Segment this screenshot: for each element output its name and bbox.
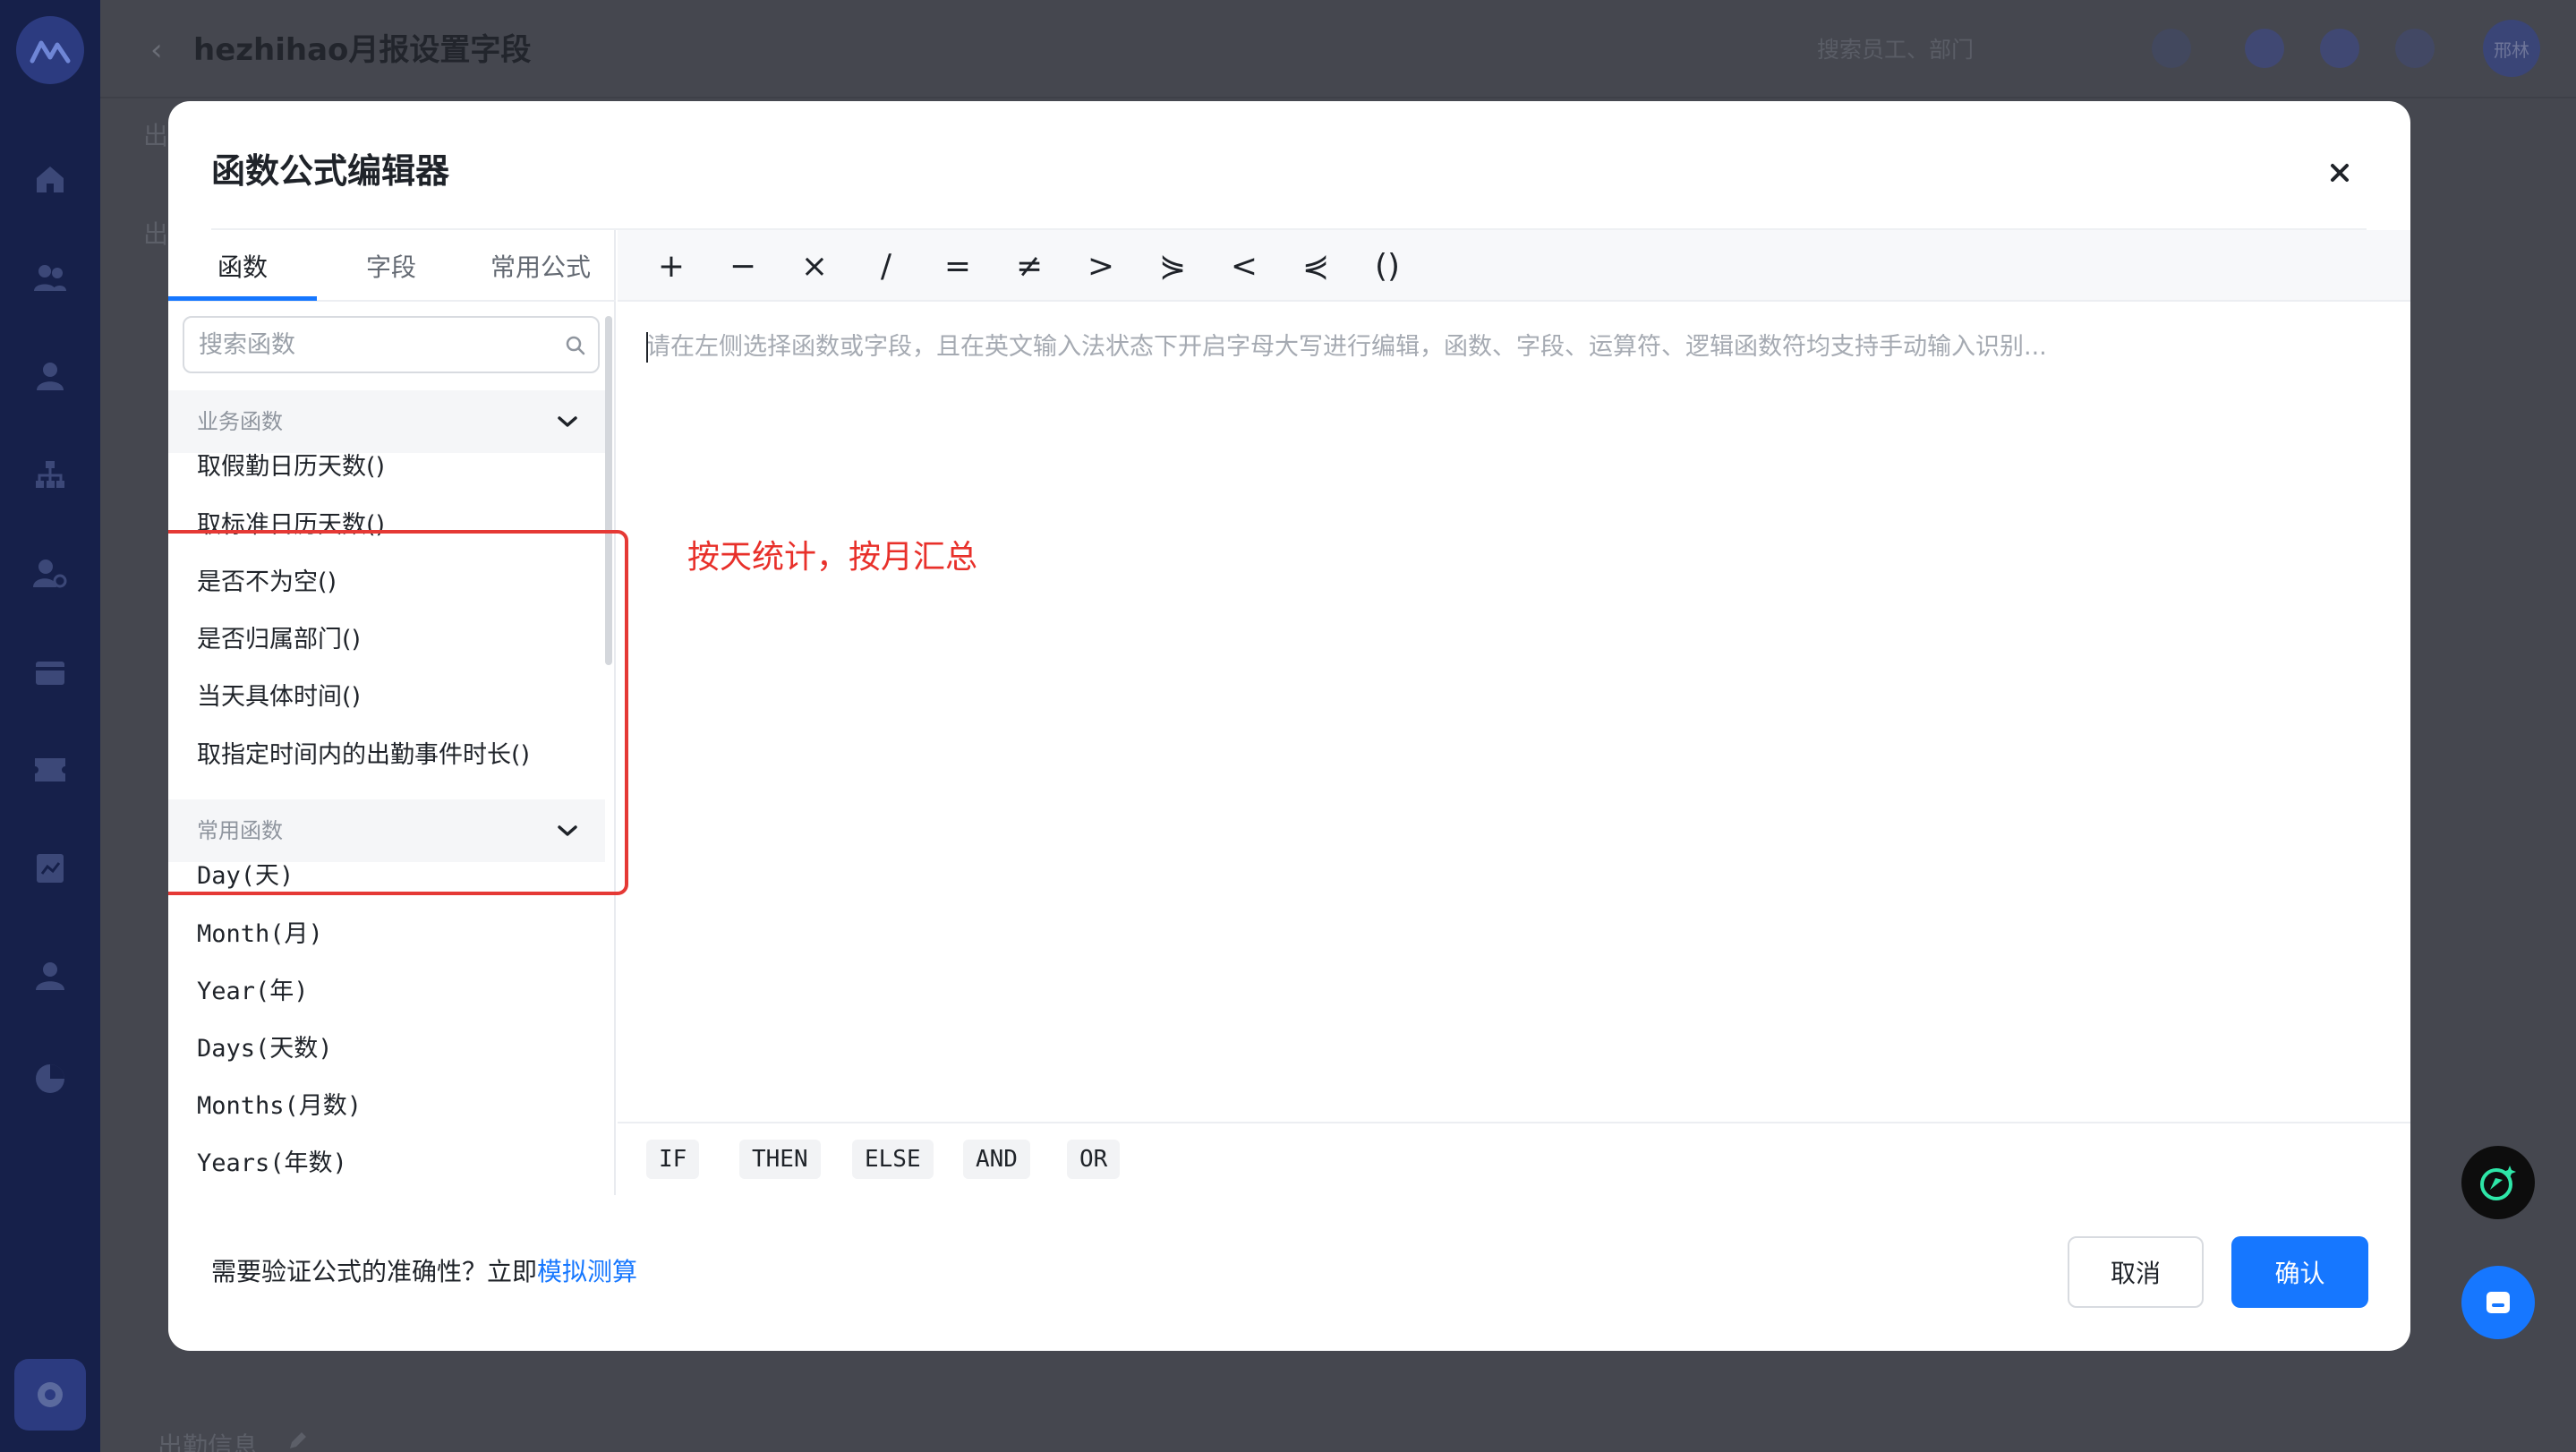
app-sidebar xyxy=(0,0,100,1452)
cancel-button[interactable]: 取消 xyxy=(2068,1236,2204,1308)
group-common-functions[interactable]: 常用函数 xyxy=(168,799,605,862)
logic-keyword-bar: IF THEN ELSE AND OR xyxy=(618,1122,2410,1195)
settings-icon[interactable] xyxy=(14,1359,86,1431)
ai-assistant-icon[interactable] xyxy=(2461,1146,2535,1219)
app-logo-icon[interactable] xyxy=(16,16,84,84)
list-item[interactable]: Year(年) xyxy=(197,974,309,1010)
report-icon[interactable] xyxy=(32,850,68,886)
back-chevron-icon[interactable]: ‹ xyxy=(150,34,168,66)
list-item[interactable]: Month(月) xyxy=(197,917,323,952)
tab-functions[interactable]: 函数 xyxy=(168,230,317,302)
header-search-icon[interactable] xyxy=(2152,29,2191,68)
user-icon[interactable] xyxy=(32,358,68,394)
operator-greater-button[interactable]: > xyxy=(1074,230,1128,302)
search-icon[interactable] xyxy=(566,336,585,355)
pie-chart-icon[interactable] xyxy=(32,1061,68,1097)
user-settings-icon[interactable] xyxy=(32,555,68,591)
operator-toolbar: + − × / = ≠ > ⋟ < ⋞ () xyxy=(618,230,2410,302)
formula-editor-area[interactable]: 请在左侧选择函数或字段，且在英文输入法状态下开启字母大写进行编辑，函数、字段、运… xyxy=(618,303,2410,1120)
footer-hint: 需要验证公式的准确性？立即模拟测算 xyxy=(211,1253,637,1291)
confirm-button[interactable]: 确认 xyxy=(2231,1236,2368,1308)
list-item[interactable]: Days(天数) xyxy=(197,1031,333,1067)
profile-icon[interactable] xyxy=(32,958,68,994)
formula-editor-modal: 函数公式编辑器 函数 字段 常用公式 业务函数 取假勤日历天数() 取标准日历天… xyxy=(168,101,2410,1351)
org-chart-icon[interactable] xyxy=(32,457,68,492)
notification-bell-icon[interactable] xyxy=(2395,29,2435,68)
close-icon[interactable] xyxy=(2324,157,2356,189)
attendance-info-label: 出勤信息 xyxy=(158,1431,259,1452)
operator-equal-button[interactable]: = xyxy=(931,230,985,302)
ticket-icon[interactable] xyxy=(32,752,68,788)
simulate-test-link[interactable]: 模拟测算 xyxy=(537,1257,637,1286)
function-tabs: 函数 字段 常用公式 xyxy=(168,230,616,302)
group-business-functions[interactable]: 业务函数 xyxy=(168,390,605,453)
list-item[interactable]: 取标准日历天数() xyxy=(197,508,385,543)
edit-pencil-icon[interactable] xyxy=(286,1429,310,1452)
operator-divide-button[interactable]: / xyxy=(859,230,913,302)
chat-support-icon[interactable] xyxy=(2461,1266,2535,1339)
calendar-icon[interactable] xyxy=(32,653,68,689)
background-label: 出 xyxy=(143,219,169,249)
keyword-or-button[interactable]: OR xyxy=(1067,1140,1121,1179)
keyword-if-button[interactable]: IF xyxy=(646,1140,700,1179)
operator-greater-equal-button[interactable]: ⋟ xyxy=(1146,230,1199,302)
operator-less-equal-button[interactable]: ⋞ xyxy=(1289,230,1343,302)
operator-multiply-button[interactable]: × xyxy=(788,230,841,302)
list-item[interactable]: Day(天) xyxy=(197,858,294,894)
annotation-note: 按天统计，按月汇总 xyxy=(687,539,978,576)
list-item[interactable]: 取假勤日历天数() xyxy=(197,449,385,485)
footer-hint-text: 需要验证公式的准确性？立即 xyxy=(211,1257,538,1286)
operator-minus-button[interactable]: − xyxy=(716,230,770,302)
gift-icon[interactable] xyxy=(2245,29,2284,68)
operator-plus-button[interactable]: + xyxy=(644,230,698,302)
keyword-else-button[interactable]: ELSE xyxy=(852,1140,934,1179)
group-title: 业务函数 xyxy=(197,409,283,434)
list-item[interactable]: 当天具体时间() xyxy=(197,679,361,715)
text-caret xyxy=(646,332,648,363)
list-item[interactable]: 取指定时间内的出勤事件时长() xyxy=(197,738,530,773)
active-tab-indicator xyxy=(168,296,317,301)
list-item[interactable]: 是否归属部门() xyxy=(197,622,361,658)
keyword-and-button[interactable]: AND xyxy=(963,1140,1030,1179)
list-item[interactable]: Years(年数) xyxy=(197,1146,347,1182)
operator-not-equal-button[interactable]: ≠ xyxy=(1002,230,1056,302)
function-search-box xyxy=(183,316,600,373)
tab-fields[interactable]: 字段 xyxy=(317,230,465,302)
group-title: 常用函数 xyxy=(197,818,283,843)
function-panel: 函数 字段 常用公式 业务函数 取假勤日历天数() 取标准日历天数() 是否不为… xyxy=(168,230,628,1195)
function-list-scrollbar[interactable] xyxy=(605,316,612,665)
list-item[interactable]: 是否不为空() xyxy=(197,565,337,601)
help-icon[interactable] xyxy=(2320,29,2359,68)
background-label: 出 xyxy=(143,121,169,150)
modal-title: 函数公式编辑器 xyxy=(211,151,450,191)
user-avatar[interactable]: 邢林 xyxy=(2483,20,2540,77)
home-icon[interactable] xyxy=(32,161,68,197)
list-item[interactable]: Months(月数) xyxy=(197,1089,362,1124)
chevron-down-icon xyxy=(558,825,577,836)
team-icon[interactable] xyxy=(32,260,68,295)
editor-placeholder: 请在左侧选择函数或字段，且在英文输入法状态下开启字母大写进行编辑，函数、字段、运… xyxy=(646,333,2047,361)
chevron-down-icon xyxy=(558,416,577,427)
function-search-input[interactable] xyxy=(184,318,542,372)
tab-common-formulas[interactable]: 常用公式 xyxy=(465,230,616,302)
employee-search-placeholder[interactable]: 搜索员工、部门 xyxy=(1817,32,1974,68)
page-title: hezhihao月报设置字段 xyxy=(193,32,532,68)
operator-less-button[interactable]: < xyxy=(1217,230,1271,302)
operator-parentheses-button[interactable]: () xyxy=(1361,230,1414,302)
keyword-then-button[interactable]: THEN xyxy=(739,1140,821,1179)
